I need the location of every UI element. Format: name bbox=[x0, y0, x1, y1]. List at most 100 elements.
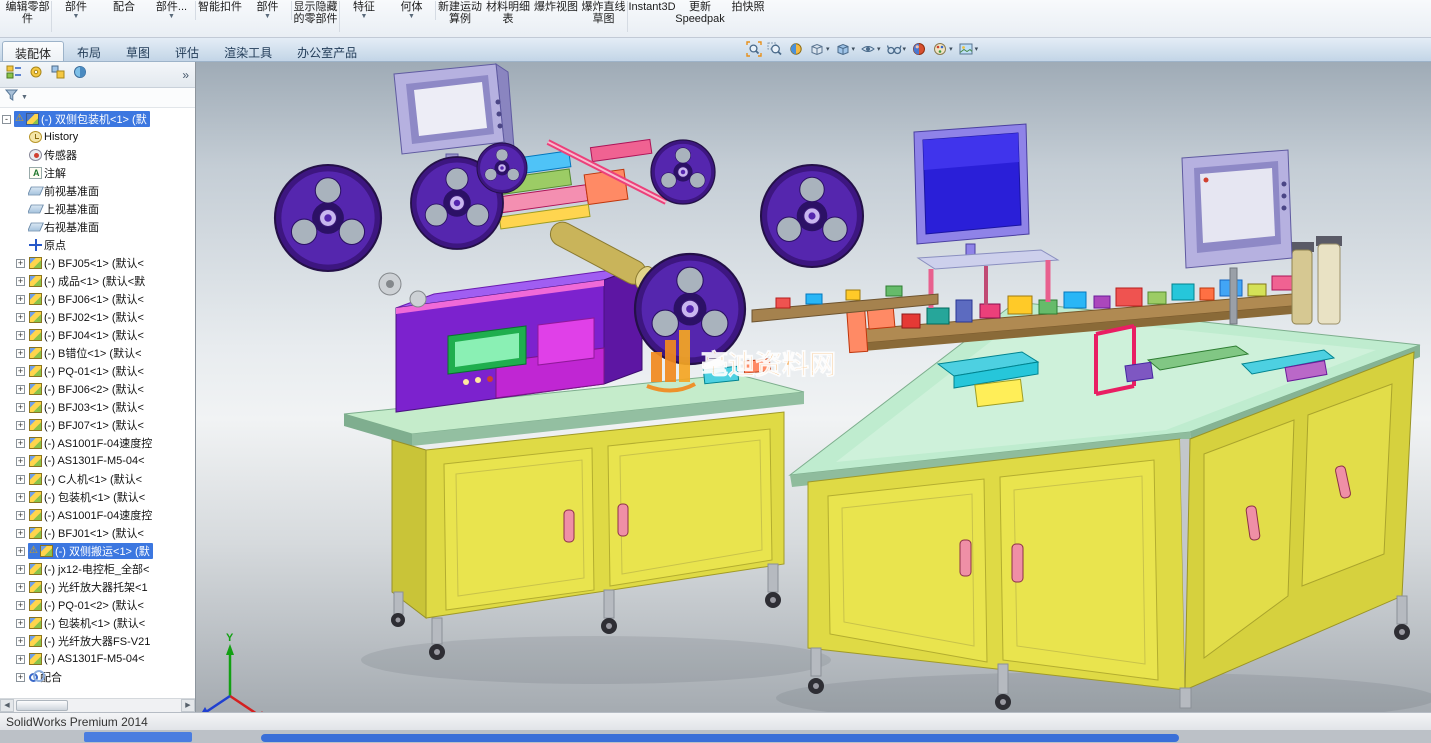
expander-icon[interactable]: + bbox=[16, 492, 25, 502]
scroll-left-button[interactable] bbox=[0, 699, 14, 712]
dropdown-caret-icon[interactable]: ▼ bbox=[168, 13, 175, 20]
tree-item[interactable]: + (-) PQ-01<2> (默认< bbox=[0, 596, 195, 614]
monitor-blue[interactable] bbox=[913, 123, 1060, 308]
toolbar-button[interactable]: 部件 ▼ bbox=[52, 1, 100, 20]
expander-icon[interactable]: + bbox=[16, 366, 25, 376]
propertymanager-tab-icon[interactable] bbox=[28, 64, 44, 85]
tree-item[interactable]: + (-) 包装机<1> (默认< bbox=[0, 488, 195, 506]
tree-item[interactable]: + (-) BFJ06<2> (默认< bbox=[0, 380, 195, 398]
graphics-viewport[interactable]: 毫迪资料网 Y X Z bbox=[196, 62, 1431, 712]
tree-item[interactable]: History bbox=[0, 128, 195, 146]
dropdown-caret-icon[interactable]: ▼ bbox=[264, 13, 271, 20]
reel[interactable] bbox=[476, 142, 528, 194]
tree-item[interactable]: + (-) AS1301F-M5-04< bbox=[0, 650, 195, 668]
expander-icon[interactable]: + bbox=[16, 330, 25, 340]
display-style-icon[interactable]: ▾ bbox=[834, 40, 857, 58]
expander-icon[interactable]: + bbox=[16, 384, 25, 394]
dropdown-caret-icon[interactable]: ▾ bbox=[826, 45, 830, 53]
expander-icon[interactable]: + bbox=[16, 294, 25, 304]
tree-item[interactable]: + (-) BFJ05<1> (默认< bbox=[0, 254, 195, 272]
dropdown-caret-icon[interactable]: ▼ bbox=[361, 13, 368, 20]
tree-item[interactable]: 原点 bbox=[0, 236, 195, 254]
left-table[interactable] bbox=[343, 373, 805, 660]
panel-overflow-button[interactable]: » bbox=[182, 68, 189, 82]
tree-item[interactable]: + (-) jx12-电控柜_全部< bbox=[0, 560, 195, 578]
tree-item[interactable]: + (-) BFJ03<1> (默认< bbox=[0, 398, 195, 416]
expander-icon[interactable]: + bbox=[16, 546, 25, 556]
toolbar-button[interactable]: 材料明细表 ▼ bbox=[484, 1, 532, 32]
tree-item[interactable]: + (-) C人机<1> (默认< bbox=[0, 470, 195, 488]
expander-icon[interactable]: + bbox=[16, 582, 25, 592]
color-palette-icon[interactable]: ▾ bbox=[931, 40, 954, 58]
toolbar-button[interactable]: 爆炸直线草图 ▼ bbox=[580, 1, 628, 32]
toolbar-button[interactable]: 编辑零部件 ▼ bbox=[4, 1, 52, 32]
tree-item[interactable]: + (-) 包装机<1> (默认< bbox=[0, 614, 195, 632]
zoom-to-area-icon[interactable] bbox=[766, 40, 784, 58]
ribbon-tab[interactable]: 布局 bbox=[65, 41, 113, 61]
tree-item[interactable]: + (-) BFJ04<1> (默认< bbox=[0, 326, 195, 344]
dropdown-caret-icon[interactable]: ▼ bbox=[21, 94, 28, 101]
view-settings-icon[interactable]: ▾ bbox=[885, 40, 908, 58]
tree-item[interactable]: + (-) BFJ06<1> (默认< bbox=[0, 290, 195, 308]
dropdown-caret-icon[interactable]: ▾ bbox=[903, 45, 907, 53]
dropdown-caret-icon[interactable]: ▼ bbox=[408, 13, 415, 20]
toolbar-button[interactable]: 智能扣件 ▼ bbox=[196, 1, 244, 20]
ribbon-tab[interactable]: 装配体 bbox=[2, 41, 65, 61]
toolbar-button[interactable]: 特征 ▼ bbox=[340, 1, 388, 20]
tree-item[interactable]: + (-) 成品<1> (默认<默 bbox=[0, 272, 195, 290]
expander-icon[interactable]: + bbox=[16, 636, 25, 646]
toolbar-button[interactable]: 配合 ▼ bbox=[100, 1, 148, 20]
tree-item[interactable]: 上视基准面 bbox=[0, 200, 195, 218]
expander-icon[interactable]: - bbox=[2, 114, 11, 124]
right-table[interactable] bbox=[788, 301, 1421, 710]
tree-item[interactable]: + (-) 光纤放大器托架<1 bbox=[0, 578, 195, 596]
tree-item[interactable]: + (-) B错位<1> (默认< bbox=[0, 344, 195, 362]
toolbar-button[interactable]: 显示隐藏的零部件 ▼ bbox=[292, 1, 340, 32]
toolbar-button[interactable]: 何体 ▼ bbox=[388, 1, 436, 20]
tree-item[interactable]: + (-) AS1001F-04速度控 bbox=[0, 434, 195, 452]
tree-item[interactable]: + (-) AS1301F-M5-04< bbox=[0, 452, 195, 470]
section-view-icon[interactable] bbox=[787, 40, 805, 58]
expander-icon[interactable]: + bbox=[16, 276, 25, 286]
dropdown-caret-icon[interactable]: ▾ bbox=[852, 45, 856, 53]
expander-icon[interactable]: + bbox=[16, 564, 25, 574]
expander-icon[interactable]: + bbox=[16, 348, 25, 358]
ribbon-tab[interactable]: 办公室产品 bbox=[285, 41, 369, 61]
scroll-thumb[interactable] bbox=[16, 700, 68, 711]
expander-icon[interactable]: + bbox=[16, 438, 25, 448]
expander-icon[interactable]: + bbox=[16, 258, 25, 268]
expander-icon[interactable]: + bbox=[16, 456, 25, 466]
tree-item[interactable]: + (-) BFJ07<1> (默认< bbox=[0, 416, 195, 434]
dropdown-caret-icon[interactable]: ▾ bbox=[949, 45, 953, 53]
tree-item[interactable]: 前视基准面 bbox=[0, 182, 195, 200]
tree-item[interactable]: - (-) 双侧包装机<1> (默 bbox=[0, 110, 195, 128]
tree-item[interactable]: + (-) BFJ02<1> (默认< bbox=[0, 308, 195, 326]
expander-icon[interactable]: + bbox=[16, 654, 25, 664]
scroll-right-button[interactable] bbox=[181, 699, 195, 712]
edit-appearance-icon[interactable] bbox=[910, 40, 928, 58]
expander-icon[interactable]: + bbox=[16, 474, 25, 484]
reel[interactable] bbox=[273, 163, 383, 273]
expander-icon[interactable]: + bbox=[16, 402, 25, 412]
tree-item[interactable]: 传感器 bbox=[0, 146, 195, 164]
dropdown-caret-icon[interactable]: ▾ bbox=[877, 45, 881, 53]
tree-item[interactable]: + (-) PQ-01<1> (默认< bbox=[0, 362, 195, 380]
filter-funnel-icon[interactable] bbox=[4, 88, 19, 107]
toolbar-button[interactable]: Instant3D ▼ bbox=[628, 1, 676, 20]
expander-icon[interactable]: + bbox=[16, 528, 25, 538]
toolbar-button[interactable]: 新建运动算例 ▼ bbox=[436, 1, 484, 32]
expander-icon[interactable]: + bbox=[16, 510, 25, 520]
ribbon-tab[interactable]: 渲染工具 bbox=[212, 41, 284, 61]
reel[interactable] bbox=[650, 139, 716, 205]
reel[interactable] bbox=[759, 163, 865, 269]
dropdown-caret-icon[interactable]: ▾ bbox=[975, 45, 979, 53]
toolbar-button[interactable]: 部件 ▼ bbox=[244, 1, 292, 20]
tree-item[interactable]: 右视基准面 bbox=[0, 218, 195, 236]
toolbar-button[interactable]: 爆炸视图 ▼ bbox=[532, 1, 580, 20]
tree-item[interactable]: + 配合 bbox=[0, 668, 195, 686]
expander-icon[interactable]: + bbox=[16, 312, 25, 322]
configurationmanager-tab-icon[interactable] bbox=[50, 64, 66, 85]
tree-item[interactable]: + (-) BFJ01<1> (默认< bbox=[0, 524, 195, 542]
toolbar-button[interactable]: 更新Speedpak ▼ bbox=[675, 1, 725, 32]
hide-show-items-icon[interactable]: ▾ bbox=[859, 40, 882, 58]
